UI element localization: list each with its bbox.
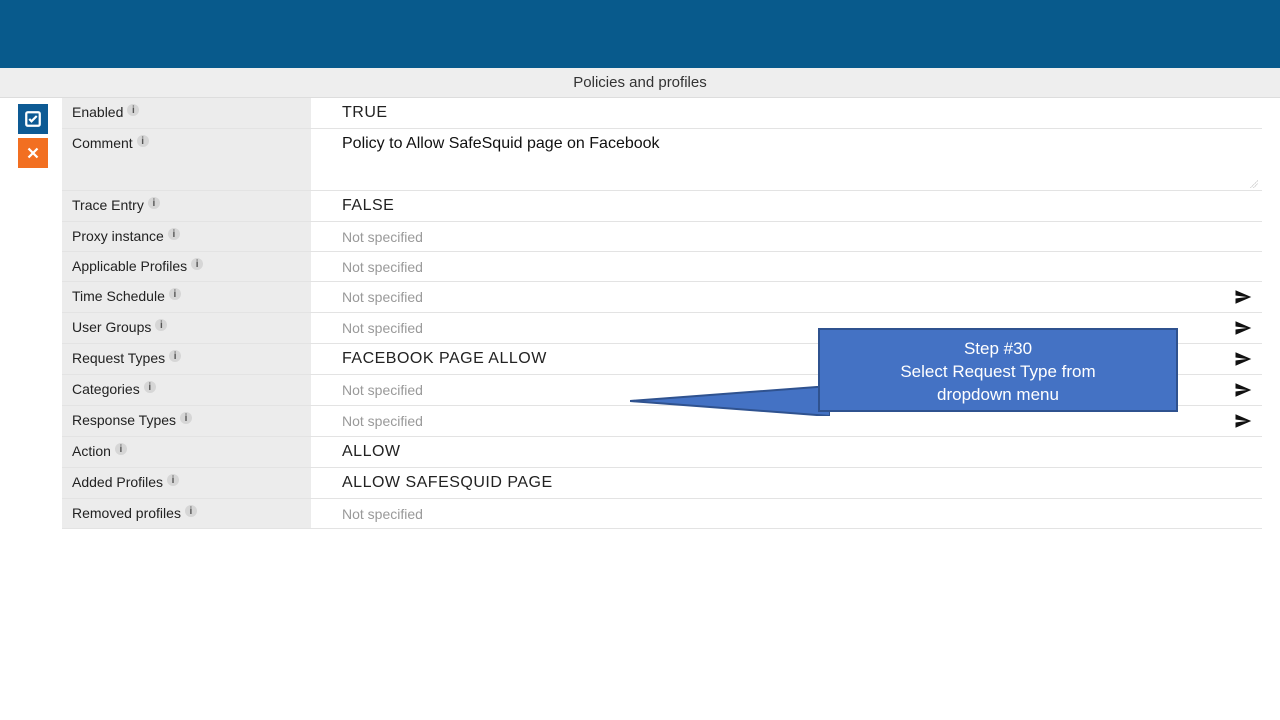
label-added-profiles-text: Added Profiles bbox=[72, 474, 163, 490]
value-applicable-profiles-text: Not specified bbox=[342, 259, 423, 275]
callout-line2: Select Request Type from bbox=[832, 361, 1164, 384]
label-trace-entry: Trace Entry i bbox=[62, 191, 312, 221]
label-proxy-instance: Proxy instance i bbox=[62, 222, 312, 251]
info-icon[interactable]: i bbox=[191, 258, 203, 270]
save-check-button[interactable] bbox=[18, 104, 48, 134]
label-enabled: Enabled i bbox=[62, 98, 312, 128]
info-icon[interactable]: i bbox=[169, 288, 181, 300]
value-comment-text: Policy to Allow SafeSquid page on Facebo… bbox=[342, 135, 660, 153]
value-enabled[interactable]: TRUE bbox=[312, 98, 1262, 128]
value-added-profiles-text: ALLOW SAFESQUID PAGE bbox=[342, 474, 553, 492]
value-proxy-instance-text: Not specified bbox=[342, 229, 423, 245]
label-request-types-text: Request Types bbox=[72, 350, 165, 366]
row-applicable-profiles: Applicable Profiles i Not specified bbox=[62, 252, 1262, 282]
goto-icon[interactable] bbox=[1234, 319, 1252, 337]
row-added-profiles: Added Profiles i ALLOW SAFESQUID PAGE bbox=[62, 468, 1262, 499]
label-user-groups-text: User Groups bbox=[72, 319, 151, 335]
row-action: Action i ALLOW bbox=[62, 437, 1262, 468]
value-action-text: ALLOW bbox=[342, 443, 401, 461]
row-removed-profiles: Removed profiles i Not specified bbox=[62, 499, 1262, 529]
callout-line3: dropdown menu bbox=[832, 384, 1164, 407]
label-response-types: Response Types i bbox=[62, 406, 312, 436]
label-removed-profiles-text: Removed profiles bbox=[72, 505, 181, 521]
side-action-buttons bbox=[18, 104, 48, 168]
value-added-profiles[interactable]: ALLOW SAFESQUID PAGE bbox=[312, 468, 1262, 498]
label-time-schedule-text: Time Schedule bbox=[72, 288, 165, 304]
value-comment[interactable]: Policy to Allow SafeSquid page on Facebo… bbox=[312, 129, 1262, 190]
goto-icon[interactable] bbox=[1234, 381, 1252, 399]
value-time-schedule[interactable]: Not specified bbox=[312, 282, 1262, 312]
value-applicable-profiles[interactable]: Not specified bbox=[312, 252, 1262, 281]
row-time-schedule: Time Schedule i Not specified bbox=[62, 282, 1262, 313]
callout-line1: Step #30 bbox=[832, 338, 1164, 361]
resize-grip-icon[interactable] bbox=[1248, 178, 1258, 188]
label-removed-profiles: Removed profiles i bbox=[62, 499, 312, 528]
callout-arrow-icon bbox=[630, 386, 830, 416]
info-icon[interactable]: i bbox=[180, 412, 192, 424]
label-action-text: Action bbox=[72, 443, 111, 459]
value-categories-text: Not specified bbox=[342, 382, 423, 398]
goto-icon[interactable] bbox=[1234, 288, 1252, 306]
label-request-types: Request Types i bbox=[62, 344, 312, 374]
value-trace-entry-text: FALSE bbox=[342, 197, 394, 215]
value-response-types-text: Not specified bbox=[342, 413, 423, 429]
label-comment-text: Comment bbox=[72, 135, 133, 151]
value-enabled-text: TRUE bbox=[342, 104, 388, 122]
tutorial-callout: Step #30 Select Request Type from dropdo… bbox=[818, 328, 1178, 412]
label-response-types-text: Response Types bbox=[72, 412, 176, 428]
row-comment: Comment i Policy to Allow SafeSquid page… bbox=[62, 129, 1262, 191]
row-trace-entry: Trace Entry i FALSE bbox=[62, 191, 1262, 222]
value-user-groups-text: Not specified bbox=[342, 320, 423, 336]
page-title: Policies and profiles bbox=[0, 68, 1280, 98]
policy-form-table: Enabled i TRUE Comment i Policy to Allow… bbox=[62, 98, 1262, 529]
info-icon[interactable]: i bbox=[155, 319, 167, 331]
info-icon[interactable]: i bbox=[168, 228, 180, 240]
row-proxy-instance: Proxy instance i Not specified bbox=[62, 222, 1262, 252]
cancel-close-button[interactable] bbox=[18, 138, 48, 168]
info-icon[interactable]: i bbox=[127, 104, 139, 116]
value-proxy-instance[interactable]: Not specified bbox=[312, 222, 1262, 251]
content-area: Enabled i TRUE Comment i Policy to Allow… bbox=[0, 98, 1280, 529]
label-proxy-instance-text: Proxy instance bbox=[72, 228, 164, 244]
info-icon[interactable]: i bbox=[137, 135, 149, 147]
label-categories-text: Categories bbox=[72, 381, 140, 397]
label-time-schedule: Time Schedule i bbox=[62, 282, 312, 312]
value-removed-profiles-text: Not specified bbox=[342, 506, 423, 522]
info-icon[interactable]: i bbox=[167, 474, 179, 486]
value-time-schedule-text: Not specified bbox=[342, 289, 423, 305]
label-action: Action i bbox=[62, 437, 312, 467]
top-header-bar bbox=[0, 0, 1280, 68]
goto-icon[interactable] bbox=[1234, 412, 1252, 430]
label-categories: Categories i bbox=[62, 375, 312, 405]
label-enabled-text: Enabled bbox=[72, 104, 123, 120]
label-applicable-profiles: Applicable Profiles i bbox=[62, 252, 312, 281]
value-request-types-text: FACEBOOK PAGE ALLOW bbox=[342, 350, 547, 368]
info-icon[interactable]: i bbox=[148, 197, 160, 209]
label-user-groups: User Groups i bbox=[62, 313, 312, 343]
value-removed-profiles[interactable]: Not specified bbox=[312, 499, 1262, 528]
value-action[interactable]: ALLOW bbox=[312, 437, 1262, 467]
value-trace-entry[interactable]: FALSE bbox=[312, 191, 1262, 221]
label-added-profiles: Added Profiles i bbox=[62, 468, 312, 498]
info-icon[interactable]: i bbox=[144, 381, 156, 393]
label-comment: Comment i bbox=[62, 129, 312, 190]
goto-icon[interactable] bbox=[1234, 350, 1252, 368]
info-icon[interactable]: i bbox=[185, 505, 197, 517]
row-enabled: Enabled i TRUE bbox=[62, 98, 1262, 129]
info-icon[interactable]: i bbox=[115, 443, 127, 455]
label-trace-entry-text: Trace Entry bbox=[72, 197, 144, 213]
info-icon[interactable]: i bbox=[169, 350, 181, 362]
label-applicable-profiles-text: Applicable Profiles bbox=[72, 258, 187, 274]
